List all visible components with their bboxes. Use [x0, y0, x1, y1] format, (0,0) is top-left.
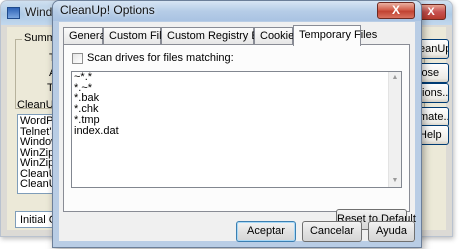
accept-button[interactable]: Aceptar — [236, 221, 296, 242]
tab-custom-registry-entries[interactable]: Custom Registry Entries — [161, 27, 286, 45]
pattern-line: index.dat — [74, 124, 119, 137]
scan-drives-checkbox[interactable] — [72, 53, 83, 64]
tab-general[interactable]: General — [63, 27, 108, 45]
vertical-scrollbar[interactable]: ▲ ▼ — [388, 72, 401, 187]
tab-custom-files[interactable]: Custom Files — [103, 27, 173, 45]
dialog-client: General Custom Files Custom Registry Ent… — [59, 22, 416, 242]
app-icon — [7, 7, 20, 19]
file-patterns-textarea[interactable]: ~*.* *.~* *.bak *.chk *.tmp index.dat ▲ … — [71, 71, 402, 188]
tab-temporary-files[interactable]: Temporary Files — [293, 25, 377, 46]
dialog-titlebar[interactable]: CleanUp! Options X — [53, 1, 421, 21]
help-button[interactable]: Ayuda — [368, 221, 415, 242]
tab-cookies[interactable]: Cookies — [254, 27, 300, 45]
scroll-down-arrow-icon[interactable]: ▼ — [389, 175, 401, 187]
scroll-up-arrow-icon[interactable]: ▲ — [389, 72, 401, 84]
scan-drives-label[interactable]: Scan drives for files matching: — [87, 52, 234, 64]
cancel-button[interactable]: Cancelar — [302, 221, 362, 242]
pattern-line: *.tmp — [74, 113, 100, 126]
dialog-title: CleanUp! Options — [60, 3, 155, 17]
dialog-close-button[interactable]: X — [377, 2, 415, 19]
options-dialog: CleanUp! Options X General Custom Files … — [52, 0, 422, 248]
temporary-files-panel: Scan drives for files matching: ~*.* *.~… — [63, 44, 416, 230]
